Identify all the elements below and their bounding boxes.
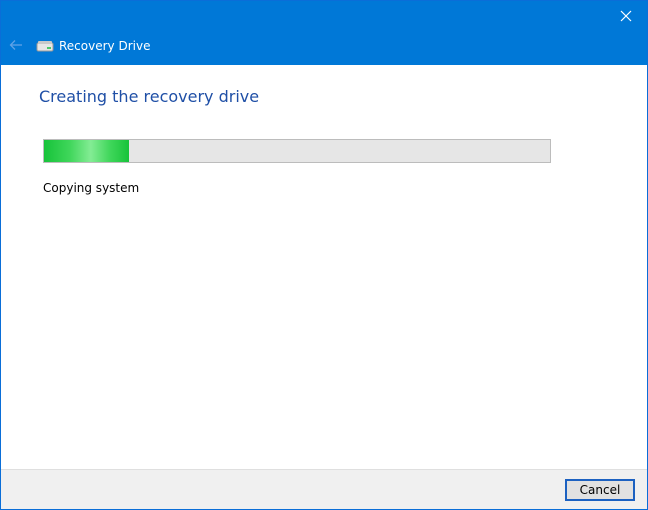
page-title: Creating the recovery drive	[39, 87, 260, 106]
close-icon	[620, 10, 632, 22]
window-title: Recovery Drive	[59, 39, 151, 53]
cancel-button[interactable]: Cancel	[565, 479, 635, 501]
dialog-footer: Cancel	[1, 469, 647, 509]
recovery-drive-window: Recovery Drive Creating the recovery dri…	[0, 0, 648, 510]
progress-bar	[43, 139, 551, 163]
back-button[interactable]	[5, 35, 27, 55]
close-button[interactable]	[613, 5, 639, 27]
recovery-drive-icon	[36, 41, 54, 52]
title-bar: Recovery Drive	[1, 1, 647, 65]
progress-bar-fill	[44, 140, 129, 162]
status-text: Copying system	[43, 181, 140, 195]
main-content: Creating the recovery drive Copying syst…	[1, 65, 647, 469]
back-arrow-icon	[9, 40, 22, 50]
